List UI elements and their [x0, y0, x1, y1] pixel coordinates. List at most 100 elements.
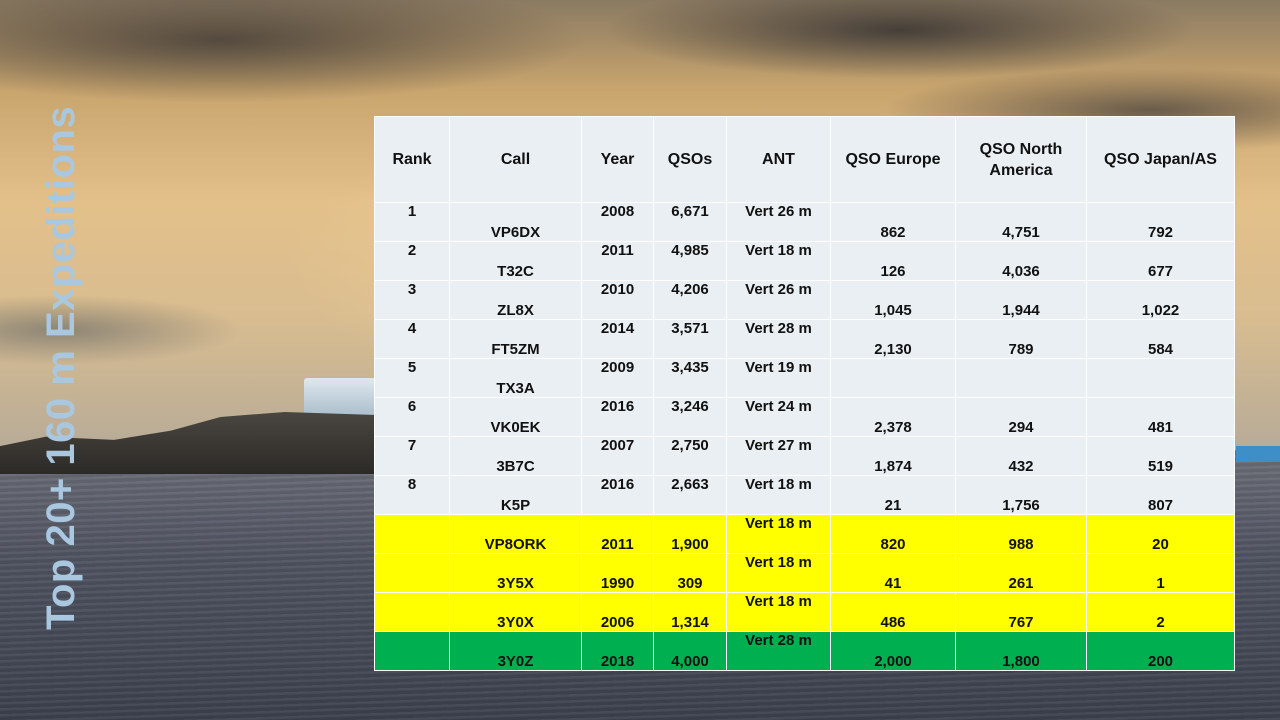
- table-row: VP8ORK 2011 1,900 Vert 18 m 820 988 20: [374, 514, 1235, 554]
- cell-qso-north-america: 1,944: [955, 280, 1087, 320]
- cell-qso-europe: 1,874: [830, 436, 956, 476]
- header-call: Call: [449, 116, 582, 203]
- cell-qso-japan-as: [1086, 358, 1235, 398]
- cell-ant: Vert 26 m: [726, 202, 831, 242]
- cell-qsos: 2,750: [653, 436, 727, 476]
- cell-qso-japan-as: 584: [1086, 319, 1235, 359]
- iceberg: [304, 378, 384, 418]
- cell-rank: [374, 592, 450, 632]
- cell-qso-europe: 820: [830, 514, 956, 554]
- cell-qso-europe: 126: [830, 241, 956, 281]
- cell-qso-japan-as: 807: [1086, 475, 1235, 515]
- cell-qso-europe: 41: [830, 553, 956, 593]
- cell-ant: Vert 18 m: [726, 592, 831, 632]
- header-qsos: QSOs: [653, 116, 727, 203]
- header-rank: Rank: [374, 116, 450, 203]
- cell-ant: Vert 28 m: [726, 631, 831, 671]
- cell-rank: 4: [374, 319, 450, 359]
- cell-qso-japan-as: 1,022: [1086, 280, 1235, 320]
- header-ant: ANT: [726, 116, 831, 203]
- cell-qso-north-america: 261: [955, 553, 1087, 593]
- table-row: 1 VP6DX 2008 6,671 Vert 26 m 862 4,751 792: [374, 202, 1235, 242]
- cell-qso-japan-as: 519: [1086, 436, 1235, 476]
- cell-year: 2018: [581, 631, 654, 671]
- cell-qso-north-america: 767: [955, 592, 1087, 632]
- cell-qso-north-america: [955, 358, 1087, 398]
- cell-qso-japan-as: 200: [1086, 631, 1235, 671]
- cell-ant: Vert 24 m: [726, 397, 831, 437]
- cell-qsos: 309: [653, 553, 727, 593]
- cell-rank: 3: [374, 280, 450, 320]
- cell-qso-north-america: 4,751: [955, 202, 1087, 242]
- cell-ant: Vert 18 m: [726, 241, 831, 281]
- table-row: 6 VK0EK 2016 3,246 Vert 24 m 2,378 294 481: [374, 397, 1235, 437]
- cell-qsos: 2,663: [653, 475, 727, 515]
- cell-ant: Vert 28 m: [726, 319, 831, 359]
- cell-qso-europe: 2,000: [830, 631, 956, 671]
- cell-call: VP6DX: [449, 202, 582, 242]
- cell-qsos: 3,571: [653, 319, 727, 359]
- cell-year: 2011: [581, 241, 654, 281]
- distant-iceberg: [1236, 446, 1280, 462]
- cell-call: K5P: [449, 475, 582, 515]
- cell-year: 2016: [581, 397, 654, 437]
- cell-qso-europe: 862: [830, 202, 956, 242]
- cell-year: 2014: [581, 319, 654, 359]
- cell-rank: 7: [374, 436, 450, 476]
- cell-qso-north-america: 294: [955, 397, 1087, 437]
- cell-rank: [374, 514, 450, 554]
- cell-qso-europe: [830, 358, 956, 398]
- cell-qsos: 1,900: [653, 514, 727, 554]
- cell-qsos: 1,314: [653, 592, 727, 632]
- header-qso-north-america: QSO North America: [955, 116, 1087, 203]
- cell-year: 2009: [581, 358, 654, 398]
- table-row: 3Y0X 2006 1,314 Vert 18 m 486 767 2: [374, 592, 1235, 632]
- expeditions-table: Rank Call Year QSOs ANT QSO Europe QSO N…: [374, 116, 1235, 671]
- cell-qso-north-america: 1,800: [955, 631, 1087, 671]
- cell-qsos: 3,246: [653, 397, 727, 437]
- cell-qso-japan-as: 792: [1086, 202, 1235, 242]
- cell-call: TX3A: [449, 358, 582, 398]
- header-row: Rank Call Year QSOs ANT QSO Europe QSO N…: [374, 116, 1235, 203]
- cell-call: T32C: [449, 241, 582, 281]
- cell-ant: Vert 19 m: [726, 358, 831, 398]
- cell-ant: Vert 27 m: [726, 436, 831, 476]
- table-row: 7 3B7C 2007 2,750 Vert 27 m 1,874 432 519: [374, 436, 1235, 476]
- cell-year: 2006: [581, 592, 654, 632]
- cell-call: VK0EK: [449, 397, 582, 437]
- cell-qso-japan-as: 2: [1086, 592, 1235, 632]
- cell-rank: 6: [374, 397, 450, 437]
- cell-qso-north-america: 988: [955, 514, 1087, 554]
- cell-call: 3B7C: [449, 436, 582, 476]
- table-row: 3Y5X 1990 309 Vert 18 m 41 261 1: [374, 553, 1235, 593]
- cell-rank: 1: [374, 202, 450, 242]
- slide-title: Top 20+ 160 m Expeditions: [39, 105, 83, 630]
- cell-call: 3Y5X: [449, 553, 582, 593]
- cell-qso-japan-as: 481: [1086, 397, 1235, 437]
- table-row: 5 TX3A 2009 3,435 Vert 19 m: [374, 358, 1235, 398]
- cell-qso-europe: 2,130: [830, 319, 956, 359]
- table-body: 1 VP6DX 2008 6,671 Vert 26 m 862 4,751 792 2 T32C…: [374, 202, 1235, 671]
- cell-call: 3Y0Z: [449, 631, 582, 671]
- cell-year: 2010: [581, 280, 654, 320]
- header-qso-europe: QSO Europe: [830, 116, 956, 203]
- cell-ant: Vert 18 m: [726, 514, 831, 554]
- cell-qso-japan-as: 677: [1086, 241, 1235, 281]
- table-row: 3 ZL8X 2010 4,206 Vert 26 m 1,045 1,944 1,022: [374, 280, 1235, 320]
- cell-year: 1990: [581, 553, 654, 593]
- cell-rank: [374, 631, 450, 671]
- cell-year: 2007: [581, 436, 654, 476]
- header-qso-japan-as: QSO Japan/AS: [1086, 116, 1235, 203]
- table-row: 4 FT5ZM 2014 3,571 Vert 28 m 2,130 789 584: [374, 319, 1235, 359]
- cell-qso-north-america: 789: [955, 319, 1087, 359]
- cell-call: FT5ZM: [449, 319, 582, 359]
- cell-qsos: 4,206: [653, 280, 727, 320]
- cell-qso-europe: 21: [830, 475, 956, 515]
- cell-ant: Vert 26 m: [726, 280, 831, 320]
- cell-qso-europe: 2,378: [830, 397, 956, 437]
- cell-call: ZL8X: [449, 280, 582, 320]
- cell-qso-north-america: 432: [955, 436, 1087, 476]
- cell-qso-japan-as: 20: [1086, 514, 1235, 554]
- cell-qsos: 4,000: [653, 631, 727, 671]
- cell-qso-europe: 1,045: [830, 280, 956, 320]
